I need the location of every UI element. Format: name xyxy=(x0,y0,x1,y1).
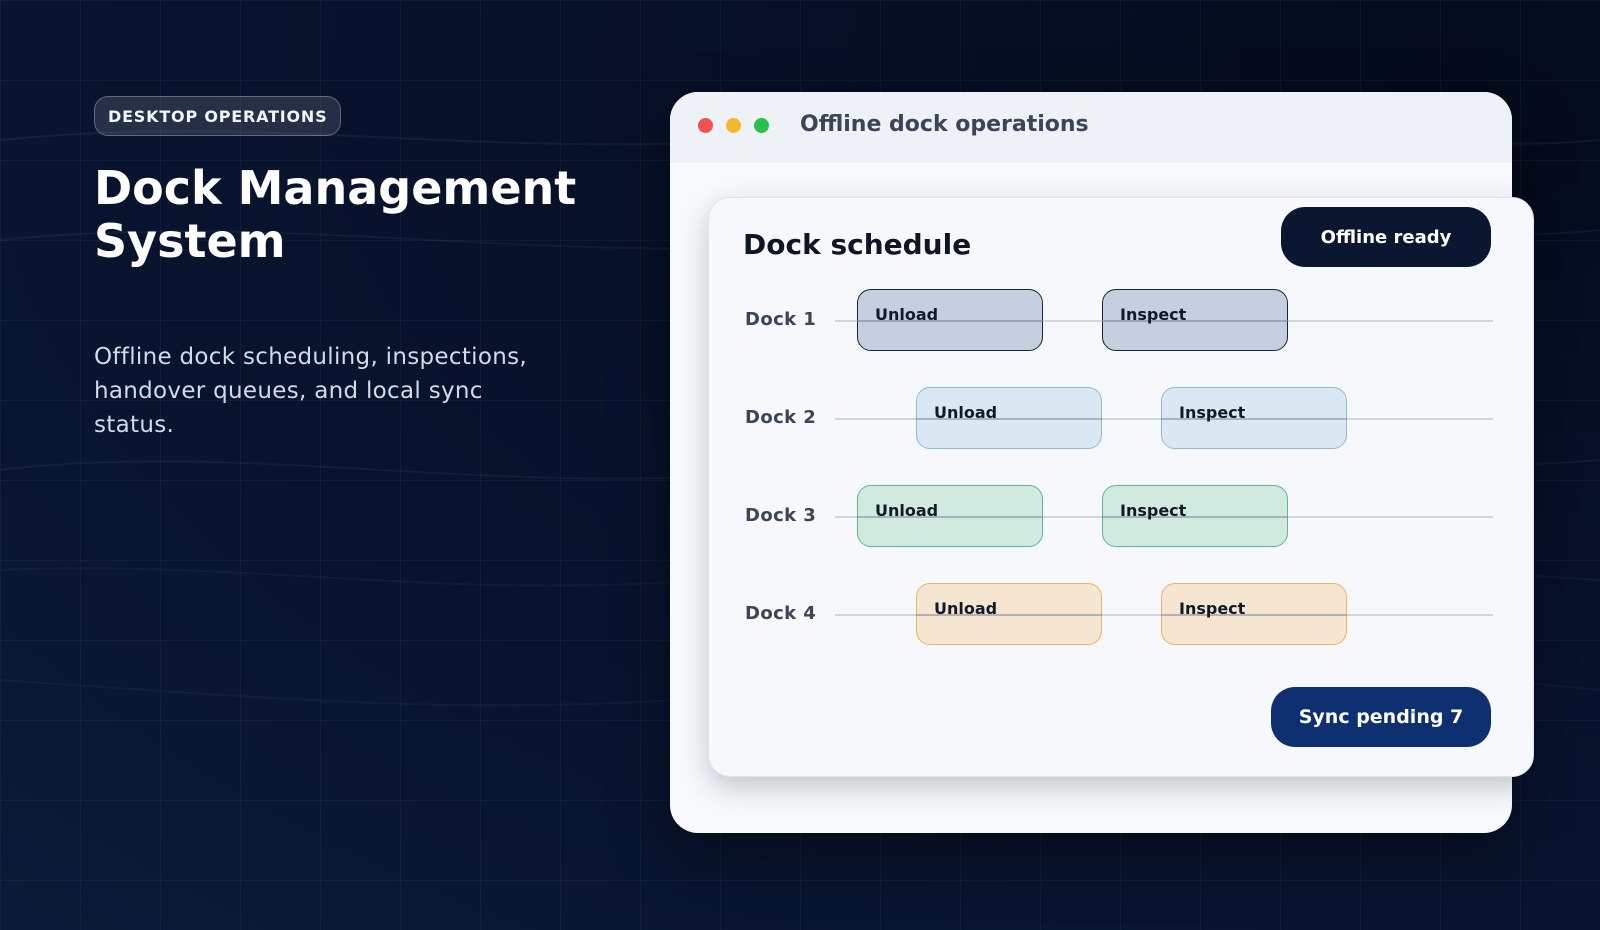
schedule-block-inspect[interactable]: Inspect xyxy=(1161,583,1347,645)
window-titlebar[interactable]: Offline dock operations xyxy=(670,92,1512,163)
schedule-block-label: Inspect xyxy=(1120,501,1187,520)
schedule-block-label: Unload xyxy=(934,599,998,618)
dock-label: Dock 2 xyxy=(745,407,817,428)
minimize-window-button[interactable] xyxy=(726,118,741,133)
schedule-block-label: Unload xyxy=(875,501,939,520)
schedule-block-unload[interactable]: Unload xyxy=(857,289,1043,351)
dock-label: Dock 1 xyxy=(745,309,817,330)
sync-pending-button[interactable]: Sync pending 7 xyxy=(1271,687,1491,747)
schedule-block-label: Inspect xyxy=(1179,403,1246,422)
window-title: Offline dock operations xyxy=(800,112,1089,137)
dock-schedule-panel: Dock schedule Offline ready Dock 1 Unload… xyxy=(708,197,1534,777)
schedule-block-inspect[interactable]: Inspect xyxy=(1102,485,1288,547)
schedule-block-label: Inspect xyxy=(1179,599,1246,618)
page-subtitle: Offline dock scheduling, inspections, ha… xyxy=(94,344,527,438)
dock-row: Dock 1 Unload Inspect xyxy=(709,289,1535,353)
offline-ready-button[interactable]: Offline ready xyxy=(1281,207,1491,267)
schedule-block-label: Unload xyxy=(875,305,939,324)
schedule-block-label: Unload xyxy=(934,403,998,422)
schedule-block-unload[interactable]: Unload xyxy=(916,583,1102,645)
dock-row: Dock 2 Unload Inspect xyxy=(709,387,1535,451)
dock-row: Dock 3 Unload Inspect xyxy=(709,485,1535,549)
dock-label: Dock 3 xyxy=(745,505,817,526)
dock-label: Dock 4 xyxy=(745,603,817,624)
close-window-button[interactable] xyxy=(698,118,713,133)
schedule-block-inspect[interactable]: Inspect xyxy=(1161,387,1347,449)
maximize-window-button[interactable] xyxy=(754,118,769,133)
category-badge: DESKTOP OPERATIONS xyxy=(94,96,342,136)
panel-title: Dock schedule xyxy=(743,228,972,261)
schedule-block-unload[interactable]: Unload xyxy=(916,387,1102,449)
page-title: Dock Management System xyxy=(94,161,577,268)
schedule-block-label: Inspect xyxy=(1120,305,1187,324)
dock-row: Dock 4 Unload Inspect xyxy=(709,583,1535,647)
schedule-block-inspect[interactable]: Inspect xyxy=(1102,289,1288,351)
schedule-block-unload[interactable]: Unload xyxy=(857,485,1043,547)
